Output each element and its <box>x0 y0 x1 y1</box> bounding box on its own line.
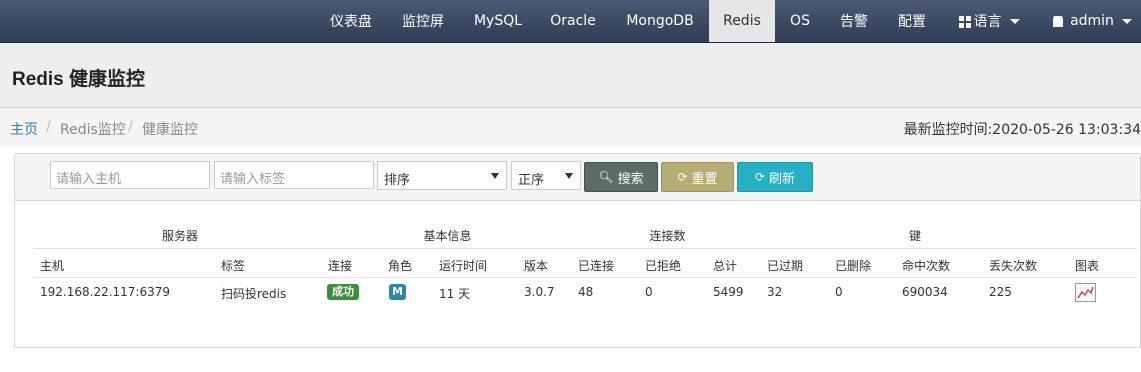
breadcrumb-separator: / <box>128 119 133 135</box>
col-header-deleted: 已删除 <box>835 259 872 273</box>
host-input[interactable]: 请输入主机 <box>50 161 210 189</box>
table-divider <box>33 248 1137 249</box>
reset-icon: ⟳ <box>677 170 688 184</box>
refresh-button-label: 刷新 <box>769 171 796 187</box>
nav-mysql[interactable]: MySQL <box>462 0 534 42</box>
col-header-expired: 已过期 <box>767 259 804 273</box>
search-button-label: 搜索 <box>617 171 644 187</box>
col-header-misses: 丢失次数 <box>989 259 1038 273</box>
order-select-value: 正序 <box>518 173 545 188</box>
col-header-version: 版本 <box>524 259 549 273</box>
tag-input[interactable]: 请输入标签 <box>214 161 374 189</box>
dropdown-arrow-icon <box>565 173 573 179</box>
breadcrumb: 主页 / Redis监控 / 健康监控 最新监控时间:2020-05-26 13… <box>0 108 1141 146</box>
cell-version: 3.0.7 <box>524 285 555 299</box>
nav-mongodb[interactable]: MongoDB <box>614 0 706 42</box>
nav-oracle[interactable]: Oracle <box>540 0 606 42</box>
cell-hits: 690034 <box>902 285 948 299</box>
last-monitor-time-label: 最新监控时间: <box>903 122 993 138</box>
group-header-basic-info: 基本信息 <box>423 229 472 243</box>
col-header-rejected: 已拒绝 <box>645 259 682 273</box>
col-header-hits: 命中次数 <box>902 259 951 273</box>
cell-tag: 扫码投redis <box>221 287 287 301</box>
reset-button-label: 重置 <box>691 171 718 187</box>
cell-host: 192.168.22.117:6379 <box>40 285 171 299</box>
group-header-server: 服务器 <box>161 229 198 243</box>
col-header-connected: 已连接 <box>578 259 615 273</box>
breadcrumb-separator: / <box>46 119 51 135</box>
cell-misses: 225 <box>989 285 1012 299</box>
language-menu[interactable]: 语言 <box>948 0 1030 42</box>
nav-config[interactable]: 配置 <box>886 0 938 42</box>
cell-deleted: 0 <box>835 285 843 299</box>
caret-down-icon <box>1121 18 1132 24</box>
language-label: 语言 <box>973 14 1002 30</box>
table-divider <box>33 277 1137 278</box>
search-icon: 🔍︎ <box>598 170 614 184</box>
last-monitor-time: 最新监控时间:2020-05-26 13:03:34 <box>904 119 1141 139</box>
user-label: admin <box>1070 13 1114 29</box>
cell-uptime: 11 天 <box>439 287 471 301</box>
top-navbar: 仪表盘 监控屏 MySQL Oracle MongoDB Redis OS 告警… <box>0 0 1141 43</box>
col-header-connect: 连接 <box>328 259 353 273</box>
reset-button[interactable]: ⟳ 重置 <box>661 162 734 192</box>
refresh-icon: ⟳ <box>754 170 766 184</box>
nav-monitor-screen[interactable]: 监控屏 <box>390 0 456 42</box>
cell-connected: 48 <box>578 285 594 299</box>
col-header-uptime: 运行时间 <box>439 259 488 273</box>
nav-dashboard[interactable]: 仪表盘 <box>318 0 384 42</box>
col-header-role: 角色 <box>388 259 413 273</box>
col-header-total: 总计 <box>713 259 738 273</box>
caret-down-icon <box>1009 18 1020 24</box>
status-badge: 成功 <box>327 284 359 300</box>
nav-redis[interactable]: Redis <box>709 0 775 42</box>
nav-os[interactable]: OS <box>778 0 822 42</box>
sort-select[interactable]: 排序 <box>377 161 507 190</box>
line-chart-icon[interactable] <box>1075 283 1096 302</box>
user-icon <box>1053 15 1064 27</box>
order-select[interactable]: 正序 <box>511 161 581 190</box>
dropdown-arrow-icon <box>491 173 499 179</box>
cell-total: 5499 <box>713 285 744 299</box>
sort-select-value: 排序 <box>384 173 411 188</box>
page-header: Redis 健康监控 <box>0 43 1141 108</box>
health-table: 服务器 基本信息 连接数 键 主机 标签 连接 角色 运行时间 版本 已连接 已… <box>14 200 1141 348</box>
breadcrumb-home[interactable]: 主页 <box>10 119 38 139</box>
group-header-keys: 键 <box>908 229 921 243</box>
refresh-button[interactable]: ⟳ 刷新 <box>737 162 813 192</box>
role-badge: M <box>389 284 406 300</box>
group-header-connections: 连接数 <box>649 229 686 243</box>
col-header-chart: 图表 <box>1075 259 1100 273</box>
page-title: Redis 健康监控 <box>12 69 146 90</box>
grid-icon <box>958 16 971 28</box>
last-monitor-time-value: 2020-05-26 13:03:34 <box>992 122 1141 138</box>
search-button[interactable]: 🔍︎ 搜索 <box>584 162 658 192</box>
col-header-host: 主机 <box>40 259 65 273</box>
cell-expired: 32 <box>767 285 783 299</box>
user-menu[interactable]: admin <box>1044 0 1141 42</box>
breadcrumb-current: 健康监控 <box>142 122 198 138</box>
cell-rejected: 0 <box>645 285 653 299</box>
nav-alerts[interactable]: 告警 <box>828 0 880 42</box>
filter-panel: 请输入主机 请输入标签 排序 正序 🔍︎ 搜索 ⟳ 重置 ⟳ 刷新 <box>14 153 1141 201</box>
breadcrumb-redis-monitor[interactable]: Redis监控 <box>60 119 126 139</box>
col-header-tag: 标签 <box>221 259 246 273</box>
